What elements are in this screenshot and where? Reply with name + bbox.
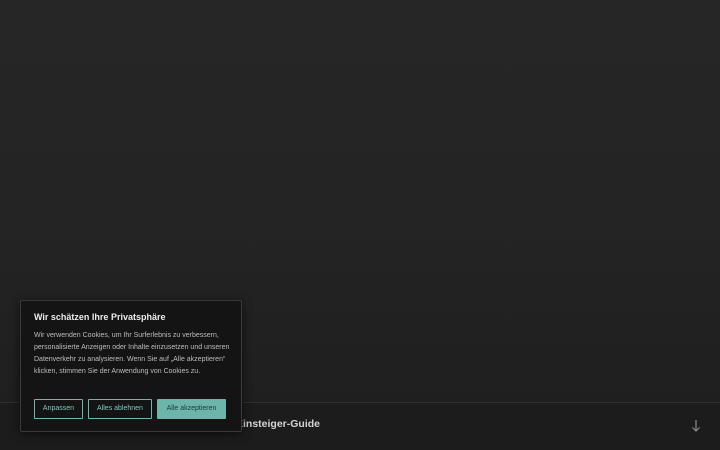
cookie-banner-text: Wir verwenden Cookies, um Ihr Surferlebn…	[34, 332, 230, 375]
customize-button[interactable]: Anpassen	[34, 399, 83, 419]
cookie-consent-banner: Wir schätzen Ihre Privatsphäre Wir verwe…	[20, 300, 242, 432]
arrow-down-icon[interactable]	[689, 418, 703, 434]
nav-page-title[interactable]: Einsteiger-Guide	[236, 418, 320, 430]
page: Einsteiger-Guide Wir schätzen Ihre Priva…	[0, 0, 720, 450]
accept-all-button[interactable]: Alle akzeptieren	[157, 399, 226, 419]
cookie-banner-title: Wir schätzen Ihre Privatsphäre	[34, 312, 166, 322]
reject-all-button[interactable]: Alles ablehnen	[88, 399, 152, 419]
